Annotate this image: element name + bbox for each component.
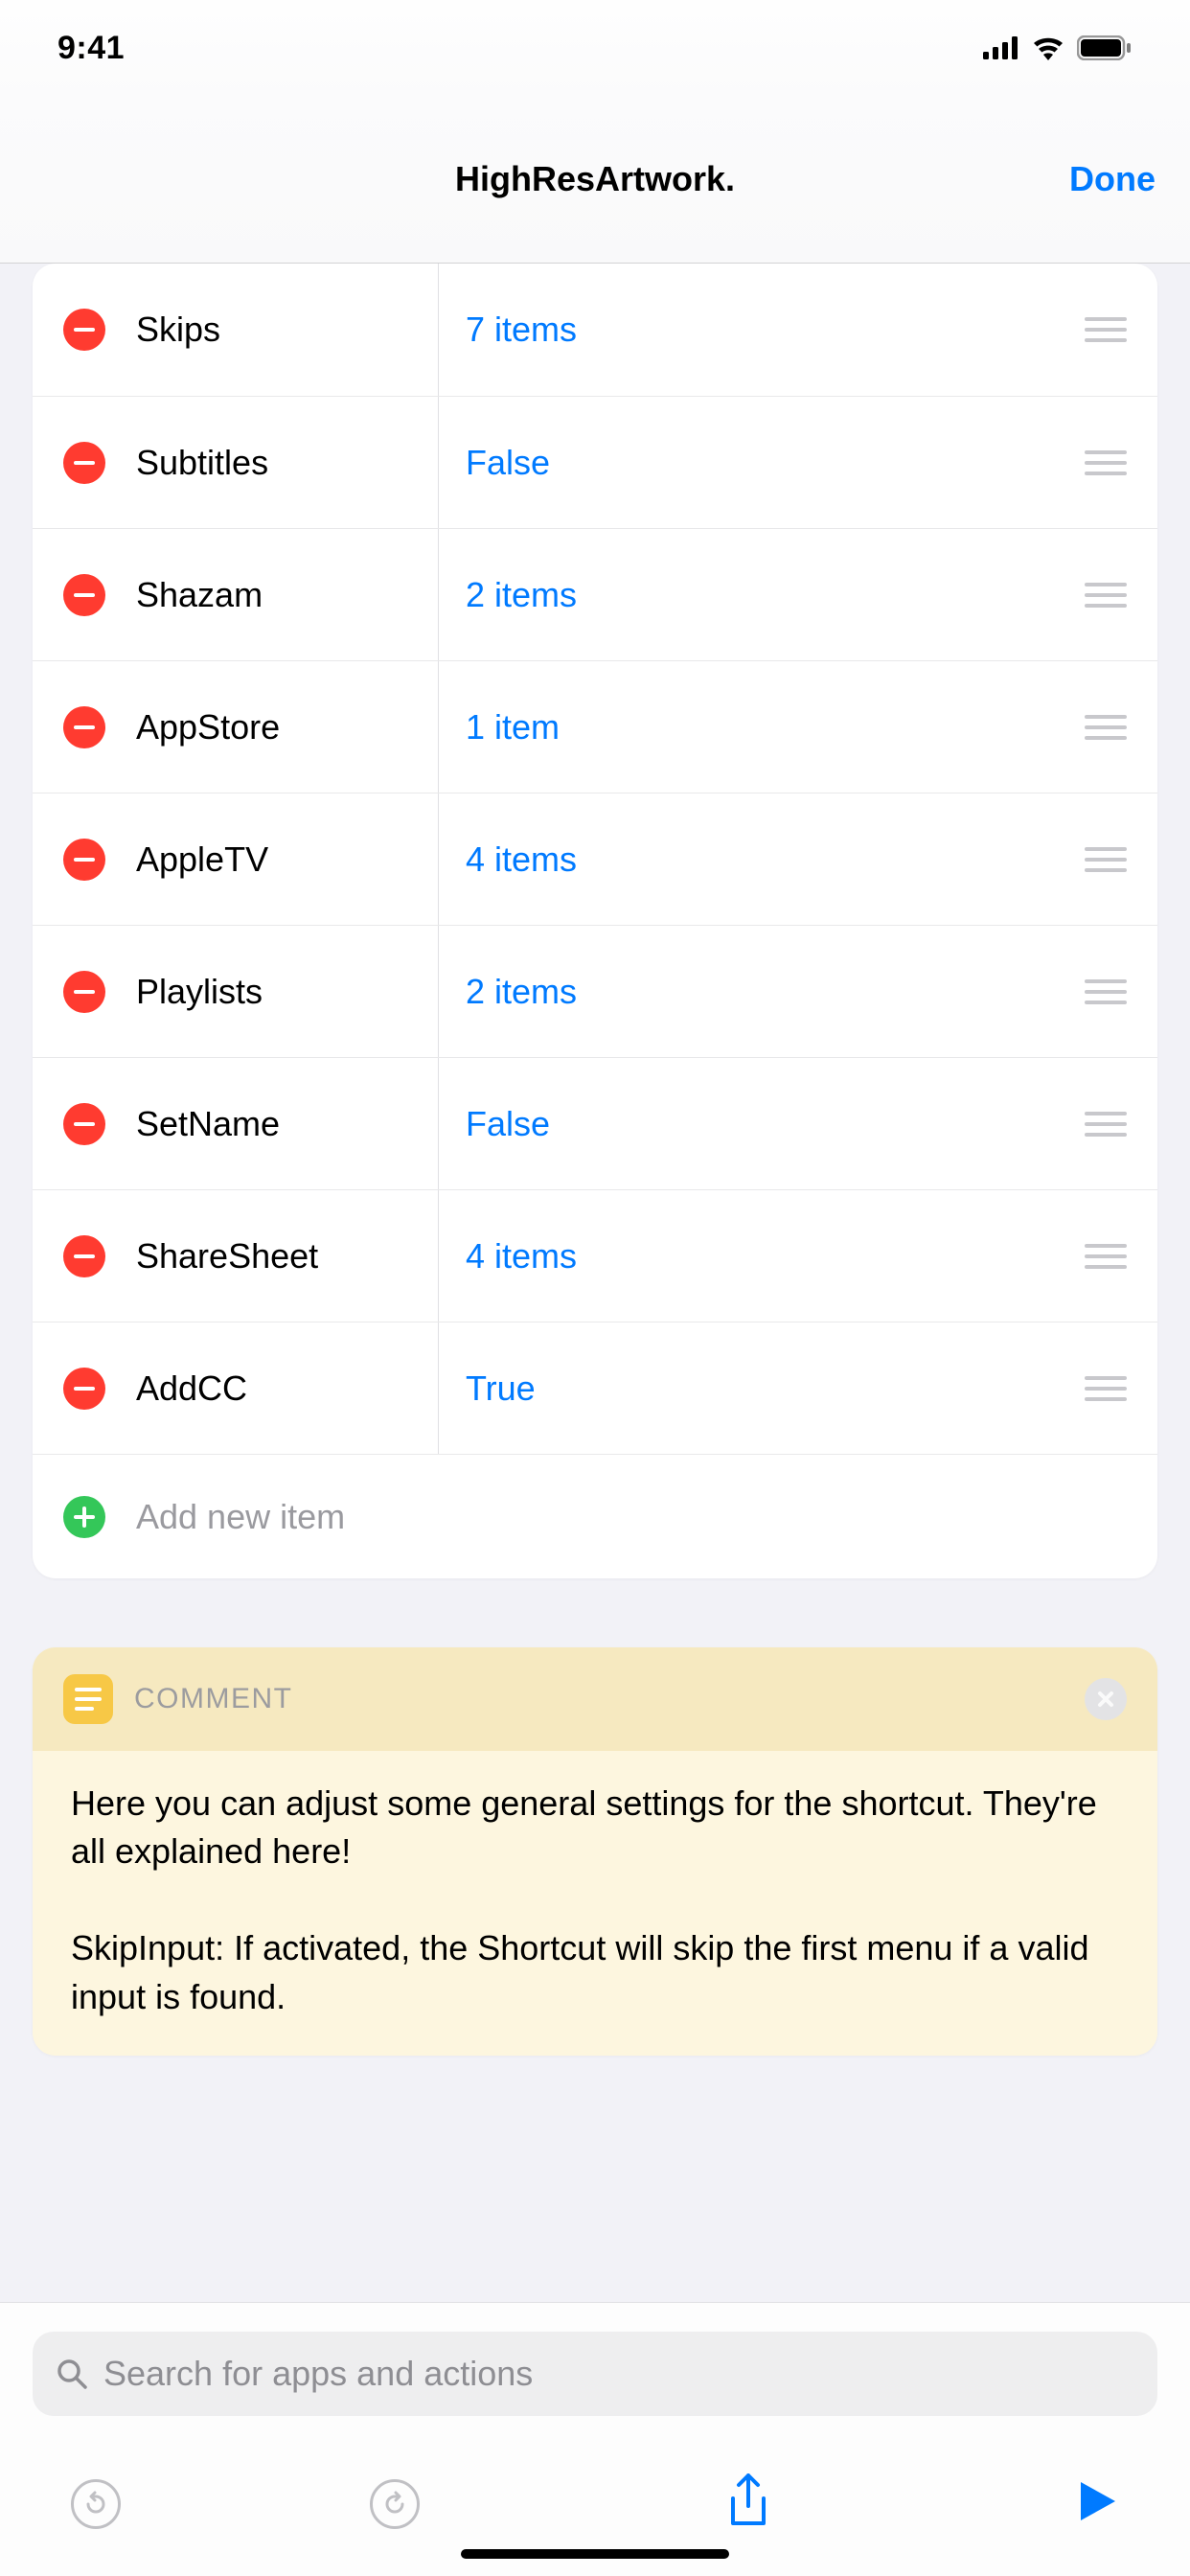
dictionary-key[interactable]: SetName bbox=[136, 1104, 438, 1144]
delete-row-icon[interactable] bbox=[63, 442, 105, 484]
delete-row-icon[interactable] bbox=[63, 309, 105, 351]
dictionary-row: ShareSheet 4 items bbox=[33, 1189, 1157, 1322]
bottom-bar bbox=[0, 2302, 1190, 2576]
status-time: 9:41 bbox=[57, 30, 125, 67]
home-indicator[interactable] bbox=[461, 2549, 729, 2559]
comment-action-card: COMMENT Here you can adjust some general… bbox=[33, 1647, 1157, 2056]
drag-handle-icon[interactable] bbox=[1085, 450, 1127, 475]
dictionary-row: Subtitles False bbox=[33, 396, 1157, 528]
cellular-icon bbox=[983, 36, 1019, 59]
search-input[interactable] bbox=[103, 2354, 1134, 2394]
comment-header[interactable]: COMMENT bbox=[33, 1647, 1157, 1751]
comment-icon bbox=[63, 1674, 113, 1724]
add-item-row[interactable]: Add new item bbox=[33, 1454, 1157, 1578]
battery-icon bbox=[1077, 35, 1133, 60]
dictionary-row: Playlists 2 items bbox=[33, 925, 1157, 1057]
drag-handle-icon[interactable] bbox=[1085, 715, 1127, 740]
redo-button[interactable] bbox=[370, 2479, 420, 2529]
drag-handle-icon[interactable] bbox=[1085, 847, 1127, 872]
drag-handle-icon[interactable] bbox=[1085, 583, 1127, 608]
page-title: HighResArtwork. bbox=[455, 159, 735, 199]
dictionary-row: SetName False bbox=[33, 1057, 1157, 1189]
dictionary-value[interactable]: 7 items bbox=[439, 310, 1085, 350]
drag-handle-icon[interactable] bbox=[1085, 317, 1127, 342]
editor-toolbar bbox=[33, 2416, 1157, 2553]
dictionary-key[interactable]: ShareSheet bbox=[136, 1236, 438, 1276]
delete-row-icon[interactable] bbox=[63, 574, 105, 616]
dictionary-value[interactable]: False bbox=[439, 443, 1085, 483]
dictionary-value[interactable]: True bbox=[439, 1368, 1085, 1409]
search-icon bbox=[56, 2358, 88, 2390]
add-item-label: Add new item bbox=[136, 1497, 345, 1537]
dictionary-value[interactable]: 4 items bbox=[439, 1236, 1085, 1276]
dictionary-value[interactable]: 4 items bbox=[439, 840, 1085, 880]
undo-button[interactable] bbox=[71, 2479, 121, 2529]
dictionary-value[interactable]: 1 item bbox=[439, 707, 1085, 748]
comment-text[interactable]: Here you can adjust some general setting… bbox=[33, 1751, 1157, 2056]
dictionary-key[interactable]: Skips bbox=[136, 310, 438, 350]
wifi-icon bbox=[1031, 35, 1065, 60]
delete-row-icon[interactable] bbox=[63, 1235, 105, 1277]
drag-handle-icon[interactable] bbox=[1085, 1244, 1127, 1269]
dictionary-key[interactable]: Subtitles bbox=[136, 443, 438, 483]
delete-row-icon[interactable] bbox=[63, 839, 105, 881]
drag-handle-icon[interactable] bbox=[1085, 1112, 1127, 1137]
dictionary-key[interactable]: AddCC bbox=[136, 1368, 438, 1409]
status-indicators bbox=[983, 35, 1133, 60]
comment-title: COMMENT bbox=[134, 1683, 292, 1715]
dictionary-row: AppStore 1 item bbox=[33, 660, 1157, 793]
run-button[interactable] bbox=[1077, 2478, 1119, 2529]
delete-row-icon[interactable] bbox=[63, 1368, 105, 1410]
dictionary-row: AppleTV 4 items bbox=[33, 793, 1157, 925]
share-button[interactable] bbox=[725, 2473, 771, 2534]
dictionary-value[interactable]: 2 items bbox=[439, 972, 1085, 1012]
drag-handle-icon[interactable] bbox=[1085, 1376, 1127, 1401]
dictionary-key[interactable]: AppStore bbox=[136, 707, 438, 748]
dictionary-card: Skips 7 items Subtitles False Shazam 2 i… bbox=[33, 264, 1157, 1578]
dictionary-row: Skips 7 items bbox=[33, 264, 1157, 396]
dictionary-row: AddCC True bbox=[33, 1322, 1157, 1454]
delete-row-icon[interactable] bbox=[63, 971, 105, 1013]
add-icon[interactable] bbox=[63, 1496, 105, 1538]
delete-row-icon[interactable] bbox=[63, 706, 105, 748]
search-field[interactable] bbox=[33, 2332, 1157, 2416]
drag-handle-icon[interactable] bbox=[1085, 979, 1127, 1004]
dictionary-key[interactable]: Playlists bbox=[136, 972, 438, 1012]
dictionary-key[interactable]: AppleTV bbox=[136, 840, 438, 880]
close-icon[interactable] bbox=[1085, 1678, 1127, 1720]
dictionary-row: Shazam 2 items bbox=[33, 528, 1157, 660]
navigation-bar: HighResArtwork. Done bbox=[0, 96, 1190, 264]
dictionary-value[interactable]: False bbox=[439, 1104, 1085, 1144]
delete-row-icon[interactable] bbox=[63, 1103, 105, 1145]
done-button[interactable]: Done bbox=[1069, 159, 1156, 199]
status-bar: 9:41 bbox=[0, 0, 1190, 96]
dictionary-key[interactable]: Shazam bbox=[136, 575, 438, 615]
dictionary-value[interactable]: 2 items bbox=[439, 575, 1085, 615]
